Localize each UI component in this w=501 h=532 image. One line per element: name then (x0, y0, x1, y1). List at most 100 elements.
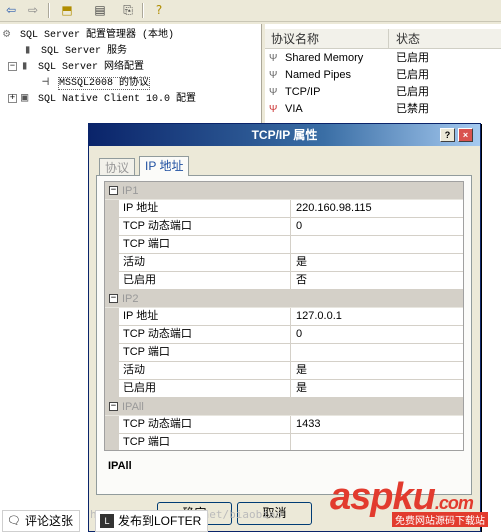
server-icon: ▮ (24, 43, 32, 57)
lofter-icon: L (100, 514, 114, 528)
property-key: TCP 动态端口 (119, 326, 291, 344)
help-button[interactable]: ? (440, 128, 455, 142)
property-row[interactable]: 活动是 (105, 362, 463, 380)
protocol-status: 已启用 (396, 69, 429, 81)
property-row[interactable]: 活动是 (105, 254, 463, 272)
tab-protocol[interactable]: 协议 (99, 158, 136, 176)
tree-item-native-client[interactable]: + ▣ SQL Native Client 10.0 配置 (8, 92, 196, 108)
tree-item-native-client-label: SQL Native Client 10.0 配置 (38, 94, 197, 106)
export-list-icon[interactable]: ⎘ (119, 2, 137, 19)
expand-icon[interactable]: + (8, 94, 17, 103)
protocol-icon: ⊣ (42, 75, 50, 89)
comment-button[interactable]: 🗨 评论这张 (2, 510, 81, 532)
property-row[interactable]: 已启用是 (105, 380, 463, 398)
property-key: 已启用 (119, 380, 291, 398)
comment-icon: 🗨 (7, 515, 21, 527)
property-key: 活动 (119, 362, 291, 380)
section-ip1[interactable]: − IP1 (105, 182, 463, 200)
property-value[interactable]: 1433 (292, 416, 320, 433)
property-row[interactable]: IP 地址 220.160.98.115 (105, 200, 463, 218)
tree-item-network[interactable]: − ▮ SQL Server 网络配置 (8, 60, 144, 76)
property-grid: − IP1 IP 地址 220.160.98.115 TCP 动态端口 0 TCP … (104, 181, 464, 451)
up-folder-icon[interactable]: ⬒ (58, 2, 76, 19)
protocol-status: 已禁用 (396, 103, 429, 115)
forward-arrow-icon[interactable]: ⇨ (24, 2, 42, 19)
list-item[interactable]: Ψ Named Pipes 已启用 (265, 67, 501, 84)
property-value[interactable]: 是 (292, 380, 307, 397)
property-key: IP 地址 (119, 308, 291, 326)
list-item[interactable]: Ψ VIA 已禁用 (265, 101, 501, 118)
collapse-icon[interactable]: − (109, 294, 118, 303)
protocol-plug-icon: Ψ (269, 53, 278, 64)
tree-item-instance-protocols-label: MSSQL2008 的协议 (57, 77, 151, 91)
column-header-name[interactable]: 协议名称 (265, 29, 389, 49)
tcpip-properties-dialog: TCP/IP 属性 ? × 协议 IP 地址 − IP1 IP 地址 220.16… (88, 123, 481, 532)
list-header: 协议名称 状态 (265, 29, 501, 49)
tree-item-services-label: SQL Server 服务 (41, 46, 128, 58)
tab-ip-address[interactable]: IP 地址 (139, 156, 190, 176)
property-row[interactable]: TCP 端口 (105, 434, 463, 450)
property-row[interactable]: TCP 动态端口 0 (105, 218, 463, 236)
section-title: IP1 (122, 185, 139, 197)
network-icon: ▮ (21, 59, 29, 73)
protocol-plug-icon: Ψ (269, 70, 278, 81)
section-title: IPAll (122, 401, 144, 413)
gear-icon: ⚙ (3, 27, 11, 41)
protocol-status: 已启用 (396, 52, 429, 64)
property-value[interactable]: 220.160.98.115 (292, 200, 372, 217)
property-value[interactable]: 否 (292, 272, 307, 289)
close-button[interactable]: × (458, 128, 473, 142)
publish-label: 发布到LOFTER (118, 514, 202, 528)
section-ipall[interactable]: − IPAll (105, 398, 463, 416)
property-row[interactable]: TCP 端口 (105, 344, 463, 362)
protocol-status: 已启用 (396, 86, 429, 98)
property-key: TCP 动态端口 (119, 416, 291, 434)
protocol-name: Named Pipes (285, 69, 352, 81)
section-title: IP2 (122, 293, 139, 305)
column-header-status[interactable]: 状态 (390, 29, 420, 49)
property-value[interactable]: 0 (292, 218, 302, 235)
comment-label: 评论这张 (25, 514, 74, 528)
property-key: TCP 动态端口 (119, 218, 291, 236)
tree-root-label: SQL Server 配置管理器 (本地) (20, 30, 175, 42)
section-ip2[interactable]: − IP2 (105, 290, 463, 308)
tree-item-instance-protocols[interactable]: ⊣ MSSQL2008 的协议 (42, 75, 151, 92)
property-row[interactable]: TCP 动态端口 1433 (105, 416, 463, 434)
property-key: 已启用 (119, 272, 291, 290)
property-key: TCP 端口 (119, 344, 291, 362)
collapse-icon[interactable]: − (109, 402, 118, 411)
tree-item-services[interactable]: ▮ SQL Server 服务 (24, 44, 127, 60)
client-icon: ▣ (21, 91, 29, 105)
list-item[interactable]: Ψ Shared Memory 已启用 (265, 50, 501, 67)
property-key: 活动 (119, 254, 291, 272)
property-key: TCP 端口 (119, 236, 291, 254)
properties-icon[interactable]: ▤ (91, 2, 109, 19)
help-icon[interactable]: ? (150, 2, 168, 19)
protocol-name: VIA (285, 103, 303, 115)
protocol-plug-icon: Ψ (269, 87, 278, 98)
dialog-title[interactable]: TCP/IP 属性 (89, 124, 480, 146)
toolbar-separator (142, 3, 144, 18)
property-value[interactable]: 是 (292, 362, 307, 379)
property-row[interactable]: 已启用否 (105, 272, 463, 290)
protocol-plug-icon: Ψ (269, 104, 278, 115)
property-row[interactable]: TCP 端口 (105, 236, 463, 254)
protocol-name: Shared Memory (285, 52, 364, 64)
collapse-icon[interactable]: − (8, 62, 17, 71)
site-watermark-subtitle: 免费网站源码下载站 (392, 512, 488, 527)
tree-item-network-label: SQL Server 网络配置 (38, 62, 145, 74)
property-value[interactable]: 0 (292, 326, 302, 343)
toolbar: ⇦ ⇨ ⬒ ▤ ⎘ ? (0, 0, 501, 22)
protocol-name: TCP/IP (285, 86, 321, 98)
tree-root[interactable]: ⚙ SQL Server 配置管理器 (本地) (3, 28, 174, 44)
property-row[interactable]: IP 地址 127.0.0.1 (105, 308, 463, 326)
property-value[interactable]: 127.0.0.1 (292, 308, 342, 325)
back-arrow-icon[interactable]: ⇦ (2, 2, 20, 19)
collapse-icon[interactable]: − (109, 186, 118, 195)
list-item[interactable]: Ψ TCP/IP 已启用 (265, 84, 501, 101)
property-value[interactable]: 是 (292, 254, 307, 271)
toolbar-separator (48, 3, 50, 18)
property-row[interactable]: TCP 动态端口 0 (105, 326, 463, 344)
property-key: IP 地址 (119, 200, 291, 218)
publish-lofter-button[interactable]: L 发布到LOFTER (95, 510, 209, 532)
